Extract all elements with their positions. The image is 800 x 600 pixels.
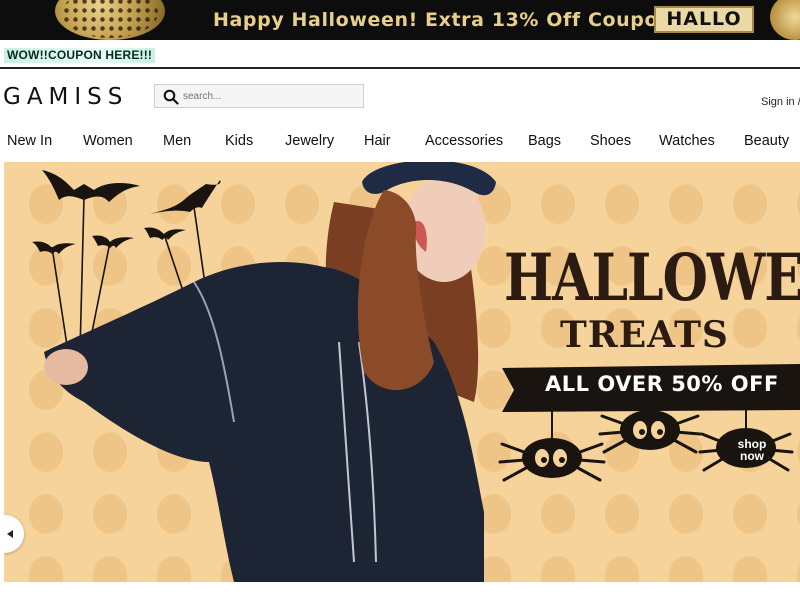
- coupon-link[interactable]: WOW!!COUPON HERE!!!: [4, 48, 156, 63]
- model-photo: [44, 162, 496, 582]
- promo-banner[interactable]: Happy Halloween! Extra 13% Off Coupon Co…: [0, 0, 800, 40]
- nav-item-kids[interactable]: Kids: [225, 133, 253, 149]
- nav-item-bags[interactable]: Bags: [528, 133, 561, 149]
- nav-item-shoes[interactable]: Shoes: [590, 133, 631, 149]
- nav-item-accessories[interactable]: Accessories: [425, 133, 503, 149]
- nav-item-men[interactable]: Men: [163, 133, 191, 149]
- hero-discount-text: ALL OVER 50% OFF: [545, 372, 779, 396]
- hero-subtitle: TREATS: [560, 314, 729, 356]
- promo-coupon-code: HALLO: [654, 6, 754, 33]
- hero-banner[interactable]: HALLOWEEN TREATS ALL OVER 50% OFF shop n…: [4, 162, 800, 582]
- search-box[interactable]: [154, 84, 364, 108]
- search-input[interactable]: [183, 87, 358, 105]
- gold-ornament-image-right: [770, 0, 800, 40]
- bat-icon: [32, 170, 221, 254]
- nav-item-jewelry[interactable]: Jewelry: [285, 133, 334, 149]
- site-logo[interactable]: GAMISS: [3, 84, 128, 110]
- nav-item-beauty[interactable]: Beauty: [744, 133, 789, 149]
- main-nav: New In Women Men Kids Jewelry Hair Acces…: [0, 124, 800, 160]
- coupon-strip: WOW!!COUPON HERE!!!: [0, 40, 800, 69]
- shop-now-button[interactable]: shop now: [728, 438, 776, 462]
- nav-item-hair[interactable]: Hair: [364, 133, 391, 149]
- nav-item-watches[interactable]: Watches: [659, 133, 715, 149]
- nav-item-new-in[interactable]: New In: [7, 133, 52, 149]
- nav-item-women[interactable]: Women: [83, 133, 133, 149]
- search-icon[interactable]: [163, 89, 179, 105]
- signin-link[interactable]: Sign in / ...: [761, 96, 800, 108]
- hero-title: HALLOWEEN: [504, 240, 800, 317]
